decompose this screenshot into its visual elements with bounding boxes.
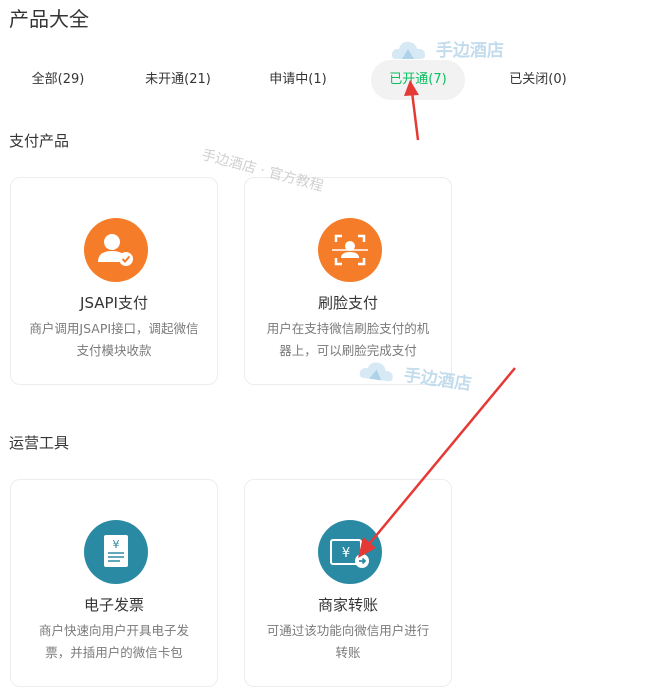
watermark-brand: 手边酒店 <box>402 365 473 395</box>
watermark-logo-middle: 手边酒店 <box>357 354 474 399</box>
product-card-face-pay[interactable]: 刷脸支付 用户在支持微信刷脸支付的机器上，可以刷脸完成支付 <box>244 177 452 385</box>
watermark-logo-top: 手边酒店 <box>390 36 504 65</box>
tab-all[interactable]: 全部(29) <box>20 60 96 100</box>
cloud-logo-icon <box>391 41 426 59</box>
watermark-brand: 手边酒店 <box>435 41 504 61</box>
transfer-icon: ¥ <box>318 520 382 584</box>
svg-text:¥: ¥ <box>113 538 120 551</box>
card-description: 商户快速向用户开具电子发票，并插用户的微信卡包 <box>38 623 189 660</box>
card-description: 商户调用JSAPI接口，调起微信支付模块收款 <box>29 321 199 358</box>
card-title: 刷脸支付 <box>317 294 378 312</box>
user-verified-icon <box>84 218 148 282</box>
card-title: 商家转账 <box>317 596 378 614</box>
invoice-icon: ¥ <box>84 520 148 584</box>
svg-text:¥: ¥ <box>342 546 350 561</box>
tab-not-opened[interactable]: 未开通(21) <box>135 60 221 100</box>
tab-closed[interactable]: 已关闭(0) <box>496 60 580 100</box>
tab-bar: 全部(29) 未开通(21) 申请中(1) 已开通(7) 已关闭(0) <box>0 60 658 100</box>
product-card-e-invoice[interactable]: ¥ 电子发票 商户快速向用户开具电子发票，并插用户的微信卡包 <box>10 479 218 687</box>
face-scan-icon <box>318 218 382 282</box>
section-title-operation-tools: 运营工具 <box>9 434 70 452</box>
card-description: 可通过该功能向微信用户进行转账 <box>266 623 430 660</box>
card-title: 电子发票 <box>83 596 144 614</box>
section-title-payment: 支付产品 <box>9 132 70 150</box>
tab-applying[interactable]: 申请中(1) <box>258 60 338 100</box>
tab-opened[interactable]: 已开通(7) <box>371 60 465 100</box>
page-title: 产品大全 <box>9 7 89 31</box>
cloud-logo-icon <box>359 362 393 382</box>
product-card-jsapi[interactable]: JSAPI支付 商户调用JSAPI接口，调起微信支付模块收款 <box>10 177 218 385</box>
product-card-merchant-transfer[interactable]: ¥ 商家转账 可通过该功能向微信用户进行转账 <box>244 479 452 687</box>
card-description: 用户在支持微信刷脸支付的机器上，可以刷脸完成支付 <box>266 321 430 358</box>
card-title: JSAPI支付 <box>80 294 148 312</box>
